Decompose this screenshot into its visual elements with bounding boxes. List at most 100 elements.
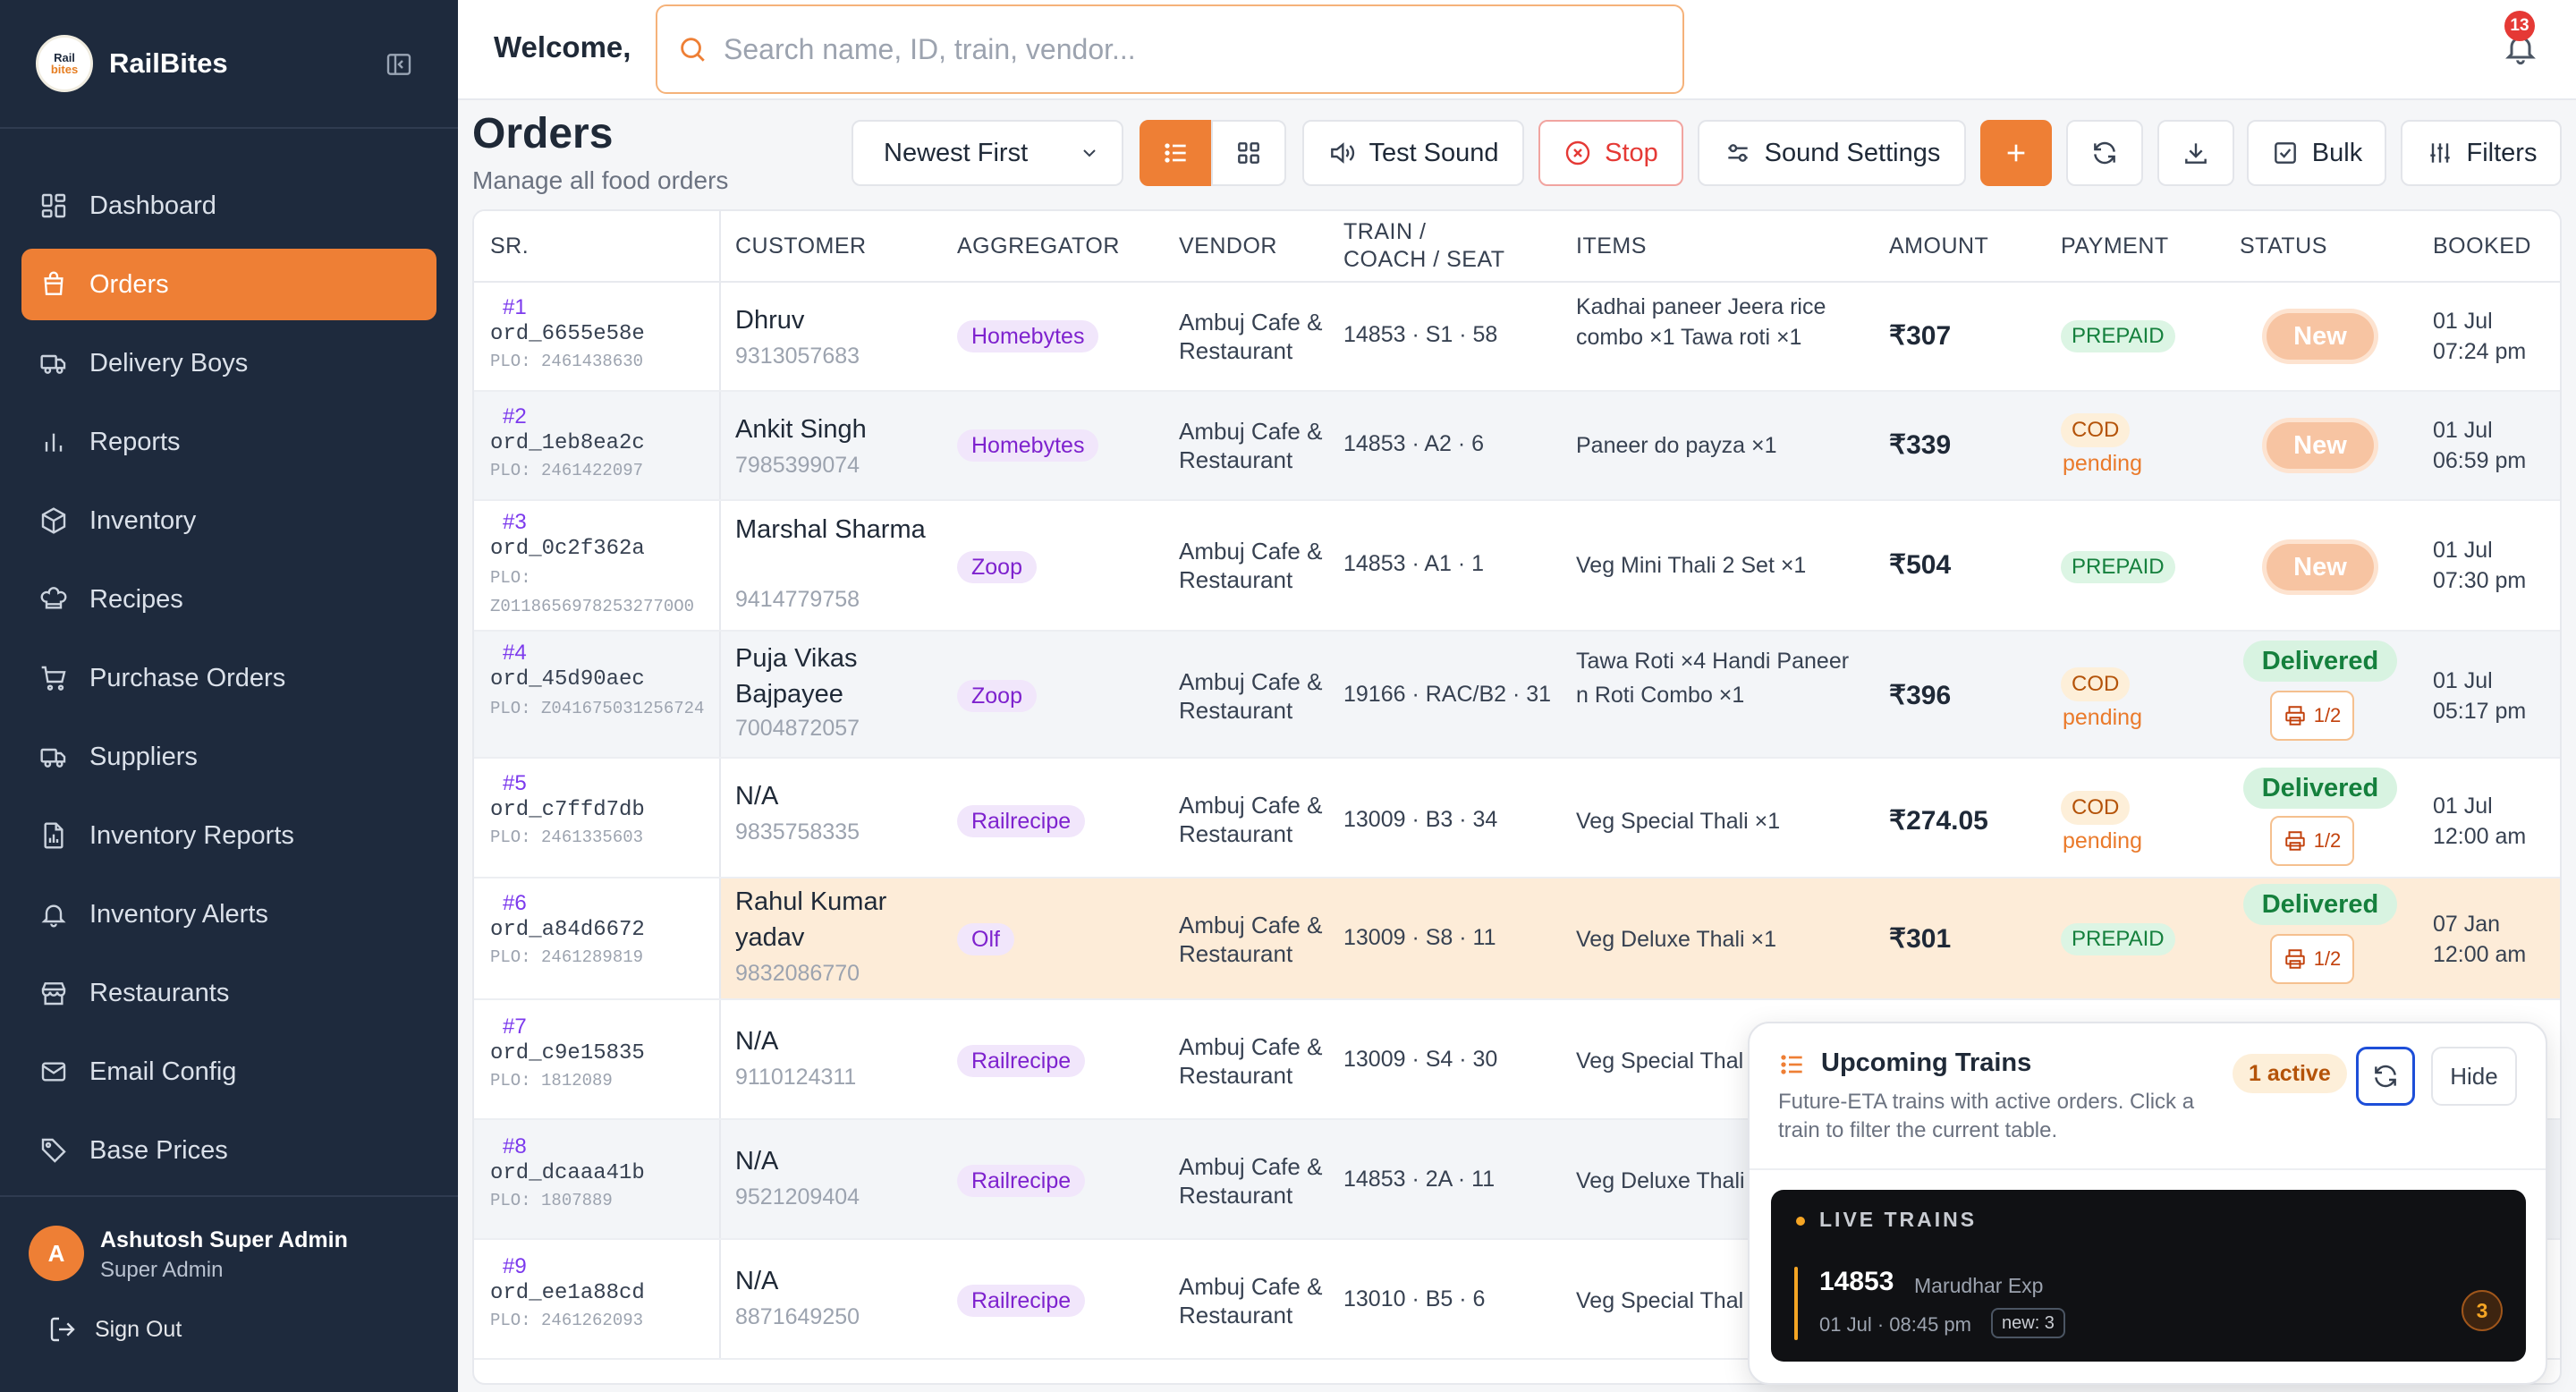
order-id[interactable]: ord_dcaaa41b xyxy=(490,1161,645,1185)
status-badge[interactable]: New xyxy=(2267,313,2374,360)
logo-text-bottom: bites xyxy=(50,63,79,76)
sort-select[interactable]: Newest First xyxy=(852,120,1123,186)
col-vendor[interactable]: VENDOR xyxy=(1179,233,1277,260)
order-id[interactable]: ord_c9e15835 xyxy=(490,1041,645,1065)
status-badge[interactable]: Delivered xyxy=(2243,884,2397,925)
col-items[interactable]: ITEMS xyxy=(1576,233,1647,260)
sidebar-collapse-icon[interactable] xyxy=(385,50,413,79)
upcoming-refresh-button[interactable] xyxy=(2356,1047,2415,1106)
sidebar-item-orders[interactable]: Orders xyxy=(21,249,436,320)
sidebar-item-restaurants[interactable]: Restaurants xyxy=(21,957,436,1029)
active-count-badge: 1 active xyxy=(2233,1054,2347,1093)
order-id[interactable]: ord_45d90aec xyxy=(490,667,645,692)
order-plo: PLO: 1812089 xyxy=(490,1071,613,1091)
customer-phone: 9110124311 xyxy=(735,1065,857,1090)
hide-button[interactable]: Hide xyxy=(2431,1047,2517,1106)
bag-icon xyxy=(44,271,64,295)
order-id[interactable]: ord_1eb8ea2c xyxy=(490,431,645,455)
avatar[interactable]: A xyxy=(29,1226,84,1281)
customer-phone: 9835758335 xyxy=(735,819,860,845)
train-coach-seat: 13009 · B3 · 34 xyxy=(1343,807,1498,832)
booked-time: 01 Jul 12:00 am xyxy=(2433,791,2526,852)
table-row[interactable]: #6 ord_a84d6672 PLO: 2461289819 Rahul Ku… xyxy=(474,878,2560,1000)
table-row[interactable]: #4 ord_45d90aec PLO: Z041675031256724 Pu… xyxy=(474,632,2560,759)
col-train[interactable]: TRAIN / COACH / SEAT xyxy=(1343,218,1505,274)
vendor-name: Ambuj Cafe & Restaurant xyxy=(1179,668,1323,724)
print-kot-button[interactable]: 1/2 xyxy=(2270,816,2354,866)
list-view-button[interactable] xyxy=(1140,120,1213,186)
order-id[interactable]: ord_ee1a88cd xyxy=(490,1281,645,1305)
order-id[interactable]: ord_6655e58e xyxy=(490,322,645,346)
download-button[interactable] xyxy=(2157,120,2234,186)
status-badge[interactable]: Delivered xyxy=(2243,768,2397,809)
table-row[interactable]: #3 ord_0c2f362a PLO: Z01186569782532770O… xyxy=(474,501,2560,632)
sidebar-item-inventory-alerts[interactable]: Inventory Alerts xyxy=(21,878,436,950)
search-box[interactable] xyxy=(656,4,1684,94)
booked-hour: 07:24 pm xyxy=(2433,339,2527,364)
filters-button[interactable]: Filters xyxy=(2401,120,2562,186)
print-count: 1/2 xyxy=(2313,829,2342,852)
sidebar-item-reports[interactable]: Reports xyxy=(21,406,436,478)
customer-name: N/A xyxy=(735,1147,779,1176)
table-row[interactable]: #1 ord_6655e58e PLO: 2461438630 Dhruv 93… xyxy=(474,283,2560,392)
order-id[interactable]: ord_c7ffd7db xyxy=(490,798,645,822)
col-customer[interactable]: CUSTOMER xyxy=(735,233,867,260)
search-input[interactable] xyxy=(724,32,1618,66)
sidebar-item-dashboard[interactable]: Dashboard xyxy=(21,170,436,242)
col-amount[interactable]: AMOUNT xyxy=(1889,233,1988,260)
col-payment[interactable]: PAYMENT xyxy=(2061,233,2169,260)
sr-cell: #5 ord_c7ffd7db PLO: 2461335603 xyxy=(474,759,721,877)
print-kot-button[interactable]: 1/2 xyxy=(2270,934,2354,984)
refresh-button[interactable] xyxy=(2066,120,2143,186)
order-items: Veg Special Thali ×1 xyxy=(1576,809,1781,834)
sign-out-button[interactable]: Sign Out xyxy=(48,1315,182,1344)
payment-badge: COD xyxy=(2061,667,2131,701)
sidebar-item-recipes[interactable]: Recipes xyxy=(21,564,436,635)
order-plo: PLO: 2461422097 xyxy=(490,461,644,480)
col-status[interactable]: STATUS xyxy=(2240,233,2327,260)
bell-icon xyxy=(41,904,66,928)
payment-status: pending xyxy=(2063,705,2142,730)
col-aggregator[interactable]: AGGREGATOR xyxy=(957,233,1120,260)
booked-date: 01 Jul xyxy=(2433,794,2493,819)
order-items: Veg Mini Thali 2 Set ×1 xyxy=(1576,553,1807,578)
booked-hour: 05:17 pm xyxy=(2433,699,2527,724)
bulk-button[interactable]: Bulk xyxy=(2247,120,2386,186)
print-kot-button[interactable]: 1/2 xyxy=(2270,691,2354,741)
order-items: Tawa Roti ×4 Handi Paneer n Roti Combo ×… xyxy=(1576,649,1850,708)
table-row[interactable]: #5 ord_c7ffd7db PLO: 2461335603 N/A 9835… xyxy=(474,759,2560,878)
sidebar-item-email-config[interactable]: Email Config xyxy=(21,1036,436,1108)
topbar: Welcome, 13 xyxy=(458,0,2576,100)
sidebar-item-inventory[interactable]: Inventory xyxy=(21,485,436,556)
status-badge[interactable]: New xyxy=(2267,544,2374,590)
sidebar-item-inventory-reports[interactable]: Inventory Reports xyxy=(21,800,436,871)
sidebar-item-base-prices[interactable]: Base Prices xyxy=(21,1115,436,1186)
grid-view-button[interactable] xyxy=(1211,120,1286,186)
col-booked[interactable]: BOOKED xyxy=(2433,233,2531,260)
status-badge[interactable]: Delivered xyxy=(2243,641,2397,682)
add-order-button[interactable] xyxy=(1980,120,2052,186)
booked-hour: 12:00 am xyxy=(2433,824,2527,849)
stop-button[interactable]: Stop xyxy=(1538,120,1683,186)
booked-date: 01 Jul xyxy=(2433,538,2493,563)
test-sound-button[interactable]: Test Sound xyxy=(1302,120,1524,186)
payment-badge: PREPAID xyxy=(2061,320,2175,352)
filter-sliders-icon xyxy=(2429,143,2450,163)
col-sr[interactable]: SR. xyxy=(490,233,529,260)
sound-settings-button[interactable]: Sound Settings xyxy=(1698,120,1966,186)
test-sound-label: Test Sound xyxy=(1368,138,1499,167)
status-badge[interactable]: New xyxy=(2267,422,2374,469)
order-amount: ₹504 xyxy=(1889,550,1952,580)
sidebar-item-purchase-orders[interactable]: Purchase Orders xyxy=(21,642,436,714)
sidebar-item-delivery-boys[interactable]: Delivery Boys xyxy=(21,327,436,399)
sidebar-item-suppliers[interactable]: Suppliers xyxy=(21,721,436,793)
truck-icon xyxy=(40,354,66,374)
order-serial: #3 xyxy=(503,510,527,534)
order-id[interactable]: ord_a84d6672 xyxy=(490,918,645,942)
table-row[interactable]: #2 ord_1eb8ea2c PLO: 2461422097 Ankit Si… xyxy=(474,392,2560,501)
railbites-logo[interactable]: Rail bites xyxy=(36,35,93,92)
notification-count-badge: 13 xyxy=(2504,11,2535,41)
order-id[interactable]: ord_0c2f362a xyxy=(490,537,645,561)
payment-status: pending xyxy=(2063,828,2142,853)
customer-name: N/A xyxy=(735,1027,779,1056)
